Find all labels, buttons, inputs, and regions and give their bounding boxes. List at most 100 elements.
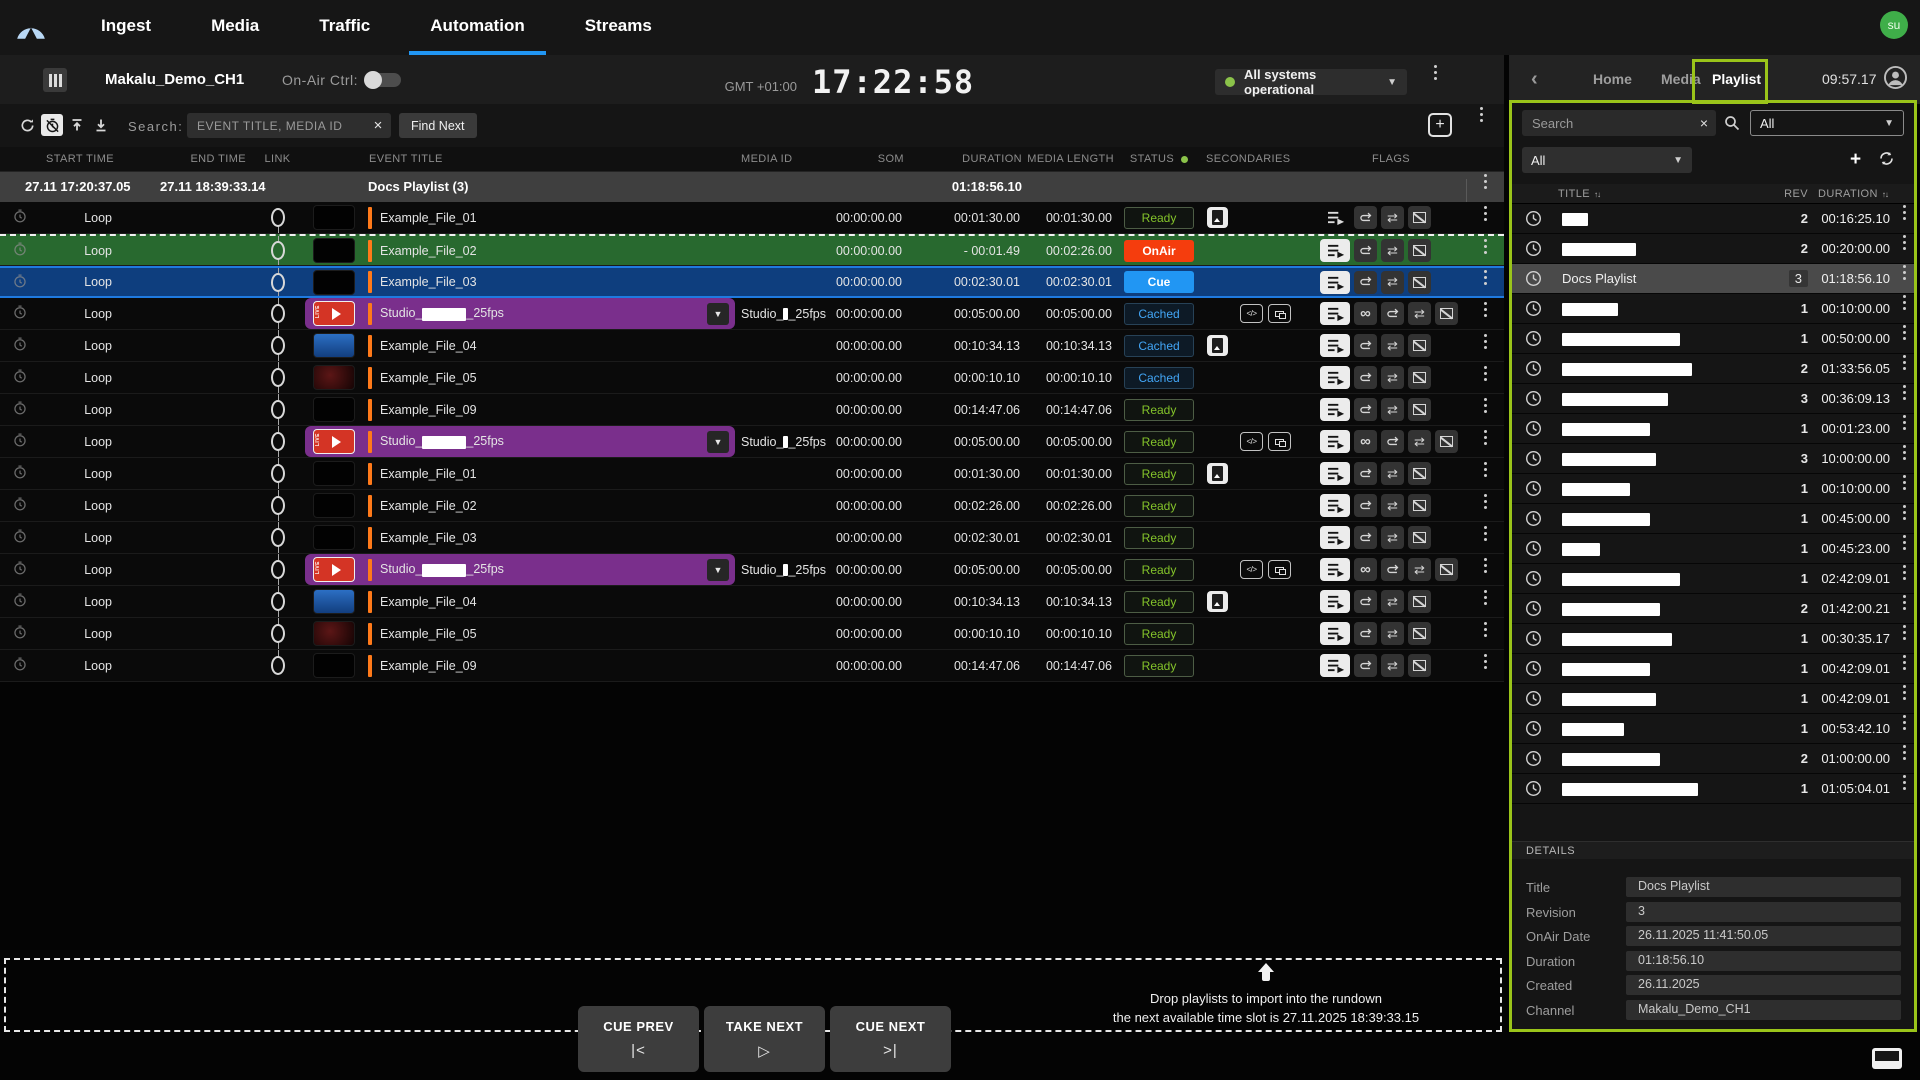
loop-flag-icon[interactable] [1354, 398, 1377, 421]
overlay-disabled-icon[interactable] [1408, 622, 1431, 645]
loop-flag-icon[interactable] [1354, 654, 1377, 677]
col-duration[interactable]: DURATION [908, 147, 1026, 171]
timer-off-icon[interactable] [41, 114, 63, 136]
link-node[interactable] [271, 304, 285, 323]
rundown-row[interactable]: LoopExample_File_0500:00:00.0000:00:10.1… [0, 362, 1504, 394]
link-node[interactable] [271, 368, 285, 387]
col-som[interactable]: SOM [826, 147, 908, 171]
overlay-disabled-icon[interactable] [1408, 366, 1431, 389]
create-playlist-icon[interactable]: + [1850, 149, 1861, 171]
playlist-item[interactable]: 101:05:04.01 [1512, 774, 1914, 804]
rundown-row[interactable]: LoopExample_File_0900:00:00.0000:14:47.0… [0, 394, 1504, 426]
system-status-dropdown[interactable]: All systems operational ▼ [1215, 69, 1407, 95]
playlist-follow-icon[interactable] [1320, 430, 1350, 453]
playlist-follow-icon[interactable] [1320, 494, 1350, 517]
transition-flag-icon[interactable]: ⇄ [1408, 558, 1431, 581]
overlay-disabled-icon[interactable] [1408, 494, 1431, 517]
rundown-row[interactable]: LoopExample_File_0400:00:00.0000:10:34.1… [0, 330, 1504, 362]
col-end-time[interactable]: END TIME [140, 147, 250, 171]
rundown-row[interactable]: LoopExample_File_0400:00:00.0000:10:34.1… [0, 586, 1504, 618]
overlay-disabled-icon[interactable] [1435, 302, 1458, 325]
onair-ctrl-toggle[interactable] [365, 73, 401, 87]
playlist-follow-icon[interactable] [1320, 526, 1350, 549]
nav-item-streams[interactable]: Streams [564, 0, 673, 55]
col-media-id[interactable]: MEDIA ID [735, 147, 826, 171]
details-value[interactable]: 01:18:56.10 [1626, 951, 1901, 971]
transition-flag-icon[interactable]: ⇄ [1381, 239, 1404, 262]
rundown-row[interactable]: LoopExample_File_0900:00:00.0000:14:47.0… [0, 650, 1504, 682]
refresh-icon[interactable] [16, 114, 38, 136]
infinite-loop-icon[interactable]: ∞ [1354, 558, 1377, 581]
col-secondaries[interactable]: SECONDARIES [1200, 147, 1316, 171]
playlist-item[interactable]: 100:30:35.17 [1512, 624, 1914, 654]
nav-item-media[interactable]: Media [190, 0, 280, 55]
col-event-title[interactable]: EVENT TITLE [363, 147, 735, 171]
playlist-follow-icon[interactable] [1320, 558, 1350, 581]
loop-flag-icon[interactable] [1354, 526, 1377, 549]
infinite-loop-icon[interactable]: ∞ [1354, 430, 1377, 453]
col-status[interactable]: STATUS [1118, 147, 1200, 171]
col-duration[interactable]: DURATION↑↓ [1818, 188, 1888, 200]
loop-flag-icon[interactable] [1381, 302, 1404, 325]
nav-item-ingest[interactable]: Ingest [80, 0, 172, 55]
transition-flag-icon[interactable]: ⇄ [1381, 622, 1404, 645]
loop-flag-icon[interactable] [1354, 271, 1377, 294]
link-node[interactable] [271, 400, 285, 419]
rundown-row[interactable]: LoopExample_File_0300:00:00.0000:02:30.0… [0, 266, 1504, 298]
playlist-follow-icon[interactable] [1320, 302, 1350, 325]
col-link[interactable]: LINK [250, 147, 305, 171]
rundown-row[interactable]: LoopExample_File_0100:00:00.0000:01:30.0… [0, 202, 1504, 234]
channel-grid-icon[interactable] [43, 68, 67, 92]
link-node[interactable] [271, 624, 285, 643]
playlist-item[interactable]: 100:42:09.01 [1512, 654, 1914, 684]
col-flags[interactable]: FLAGS [1316, 147, 1466, 171]
collapse-panel-icon[interactable]: ‹ [1531, 68, 1538, 91]
nav-item-automation[interactable]: Automation [409, 0, 545, 55]
overlay-disabled-icon[interactable] [1408, 271, 1431, 294]
loop-flag-icon[interactable] [1354, 366, 1377, 389]
playlist-item[interactable]: 200:20:00.00 [1512, 234, 1914, 264]
clear-search-icon[interactable]: × [365, 113, 391, 138]
overlay-disabled-icon[interactable] [1408, 334, 1431, 357]
rundown-row[interactable]: LoopExample_File_0200:00:00.00- 00:01.49… [0, 234, 1504, 266]
playlist-follow-icon[interactable] [1320, 366, 1350, 389]
playlist-item[interactable]: Docs Playlist301:18:56.10 [1512, 264, 1914, 294]
details-value[interactable]: 26.11.2025 11:41:50.05 [1626, 926, 1901, 946]
link-node[interactable] [271, 273, 285, 292]
link-node[interactable] [271, 336, 285, 355]
overlay-disabled-icon[interactable] [1408, 239, 1431, 262]
overlay-disabled-icon[interactable] [1435, 558, 1458, 581]
playlist-item[interactable]: 310:00:00.00 [1512, 444, 1914, 474]
playlist-group-row[interactable]: 27.11 17:20:37.05 27.11 18:39:33.14 Docs… [0, 172, 1504, 202]
details-value[interactable]: Docs Playlist [1626, 877, 1901, 897]
playlist-item[interactable]: 100:45:00.00 [1512, 504, 1914, 534]
playlist-follow-icon[interactable] [1320, 622, 1350, 645]
scroll-to-top-icon[interactable] [66, 114, 88, 136]
tab-home[interactable]: Home [1593, 71, 1632, 87]
loop-flag-icon[interactable] [1354, 622, 1377, 645]
playlist-follow-icon[interactable] [1320, 654, 1350, 677]
transition-flag-icon[interactable]: ⇄ [1381, 334, 1404, 357]
loop-flag-icon[interactable] [1354, 239, 1377, 262]
col-media-length[interactable]: MEDIA LENGTH [1026, 147, 1118, 171]
link-node[interactable] [271, 208, 285, 227]
cue-next-button[interactable]: CUE NEXT>| [830, 1006, 951, 1072]
link-node[interactable] [271, 496, 285, 515]
playlist-item[interactable]: 100:42:09.01 [1512, 684, 1914, 714]
loop-flag-icon[interactable] [1354, 590, 1377, 613]
playlist-clear-search-icon[interactable]: × [1692, 110, 1716, 136]
playlist-item[interactable]: 201:33:56.05 [1512, 354, 1914, 384]
playlist-item[interactable]: 100:01:23.00 [1512, 414, 1914, 444]
rundown-row[interactable]: LoopLIVEStudio__25fps▼Studio__25fps00:00… [0, 426, 1504, 458]
rundown-row[interactable]: LoopExample_File_0300:00:00.0000:02:30.0… [0, 522, 1504, 554]
console-toggle-icon[interactable] [1872, 1048, 1902, 1069]
rundown-row[interactable]: LoopLIVEStudio__25fps▼Studio__25fps00:00… [0, 298, 1504, 330]
link-node[interactable] [271, 464, 285, 483]
rundown-row[interactable]: LoopExample_File_0500:00:00.0000:00:10.1… [0, 618, 1504, 650]
transition-flag-icon[interactable]: ⇄ [1381, 271, 1404, 294]
details-value[interactable]: Makalu_Demo_CH1 [1626, 1000, 1901, 1020]
link-node[interactable] [271, 528, 285, 547]
add-event-button[interactable]: + [1428, 113, 1452, 137]
playlist-follow-icon[interactable] [1320, 398, 1350, 421]
infinite-loop-icon[interactable]: ∞ [1354, 302, 1377, 325]
